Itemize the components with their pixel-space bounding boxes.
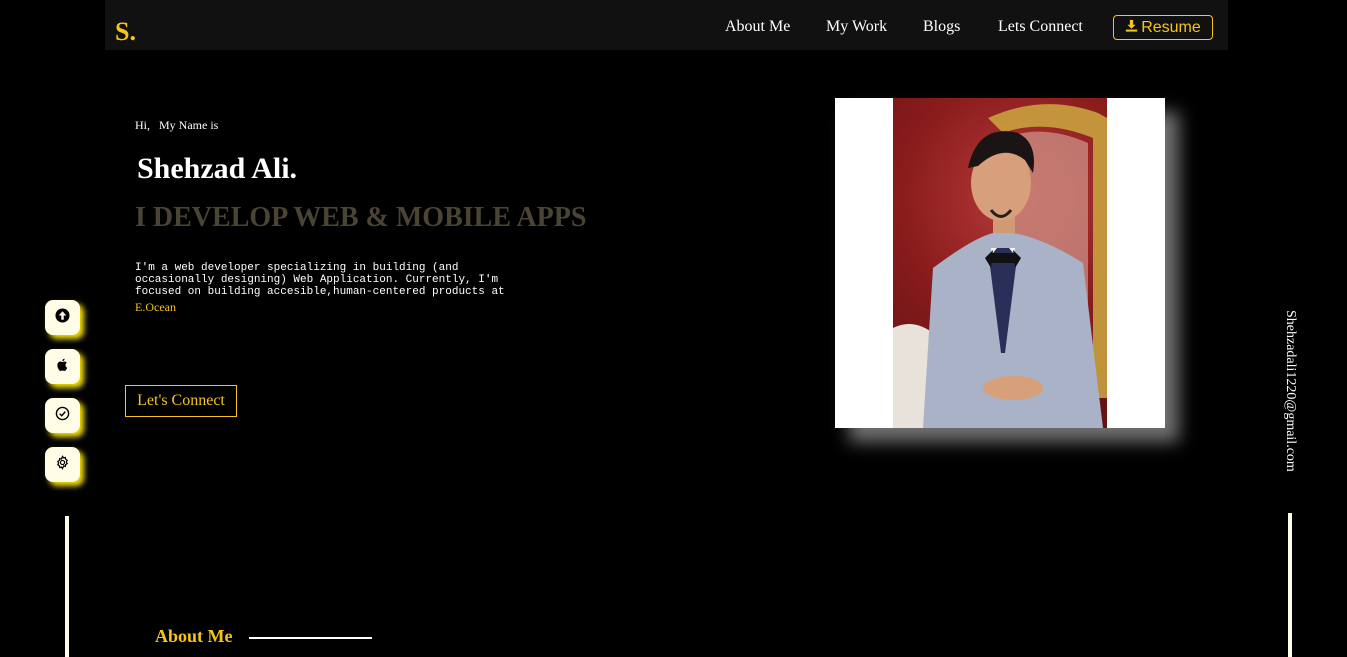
hero-tagline: I DEVELOP WEB & MOBILE APPS bbox=[135, 202, 587, 233]
download-icon bbox=[1125, 19, 1138, 37]
hero-greeting: Hi, My Name is bbox=[135, 118, 219, 132]
gear-icon bbox=[55, 454, 70, 475]
lets-connect-button[interactable]: Let's Connect bbox=[125, 385, 237, 417]
hero-description: I'm a web developer specializing in buil… bbox=[135, 262, 505, 298]
profile-photo bbox=[893, 98, 1107, 428]
about-heading-rule bbox=[249, 637, 372, 639]
company-link[interactable]: E.Ocean bbox=[135, 300, 176, 315]
apple-icon bbox=[55, 357, 70, 377]
social-apple-button[interactable] bbox=[45, 349, 80, 384]
right-divider-line bbox=[1288, 513, 1292, 657]
social-check-button[interactable] bbox=[45, 398, 80, 433]
resume-button[interactable]: Resume bbox=[1113, 15, 1213, 40]
site-logo[interactable]: S. bbox=[115, 17, 136, 47]
hero-name: Shehzad Ali. bbox=[137, 152, 298, 185]
navbar: S. About Me My Work Blogs Lets Connect R… bbox=[105, 0, 1228, 50]
social-settings-button[interactable] bbox=[45, 447, 80, 482]
email-link[interactable]: Shehzadali1220@gmail.com bbox=[1282, 310, 1298, 472]
nav-link-blogs[interactable]: Blogs bbox=[923, 18, 960, 36]
about-section-heading: About Me bbox=[155, 626, 233, 646]
upload-icon bbox=[55, 307, 70, 328]
profile-photo-frame bbox=[835, 98, 1165, 428]
nav-link-connect[interactable]: Lets Connect bbox=[998, 18, 1083, 36]
left-divider-line bbox=[65, 516, 69, 657]
nav-link-work[interactable]: My Work bbox=[826, 18, 887, 36]
resume-label: Resume bbox=[1141, 18, 1201, 36]
nav-link-about[interactable]: About Me bbox=[725, 18, 790, 36]
social-upload-button[interactable] bbox=[45, 300, 80, 335]
check-circle-icon bbox=[55, 406, 70, 426]
